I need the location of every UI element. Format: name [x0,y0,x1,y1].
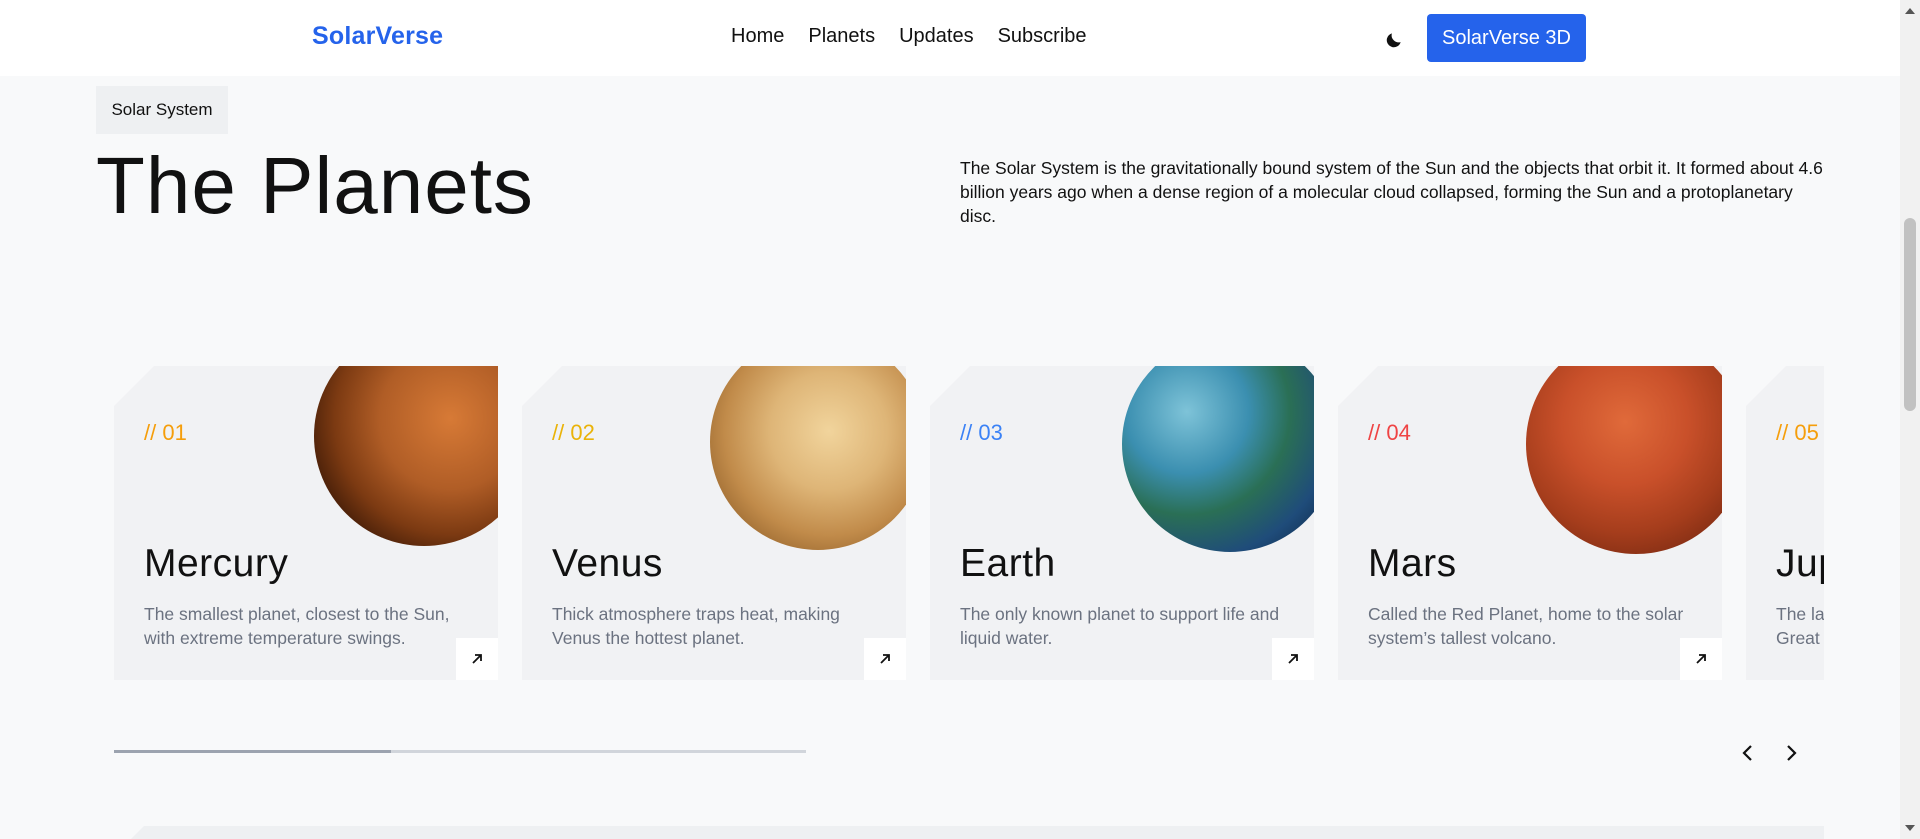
venus-image [710,366,906,550]
card-title: Mars [1368,542,1457,585]
chevron-right-icon[interactable] [1777,739,1805,767]
main-nav: Home Planets Updates Subscribe [731,25,1087,48]
hero-description: The Solar System is the gravitationally … [960,158,1823,226]
solarverse-3d-button[interactable]: SolarVerse 3D [1427,14,1586,62]
mars-image [1526,366,1722,554]
scroll-thumb[interactable] [1904,218,1916,411]
planet-card-earth[interactable]: // 03 Earth The only known planet to sup… [930,366,1314,680]
card-number: // 02 [552,420,595,445]
card-description: Thick atmosphere traps heat, making Venu… [552,604,840,648]
nav-home[interactable]: Home [731,25,784,48]
top-navbar: SolarVerse Home Planets Updates Subscrib… [0,0,1900,76]
arrow-up-right-icon[interactable] [1272,638,1314,680]
card-description: The smallest planet, closest to the Sun,… [144,604,450,648]
planet-card-mars[interactable]: // 04 Mars Called the Red Planet, home t… [1338,366,1722,680]
planet-carousel: // 01 Mercury The smallest planet, close… [114,366,1824,682]
mercury-image [314,366,498,546]
card-number: // 03 [960,420,1003,445]
carousel-progress [114,750,806,753]
card-title: Earth [960,542,1056,585]
nav-planets[interactable]: Planets [808,25,875,48]
planet-card-venus[interactable]: // 02 Venus Thick atmosphere traps heat,… [522,366,906,680]
card-title: Jupiter [1776,542,1824,585]
scroll-up-arrow-icon[interactable] [1905,8,1915,14]
card-number: // 05 [1776,420,1819,445]
nav-updates[interactable]: Updates [899,25,974,48]
breadcrumb[interactable]: Solar System [96,86,228,134]
card-description: The only known planet to support life an… [960,604,1280,648]
planet-card-mercury[interactable]: // 01 Mercury The smallest planet, close… [114,366,498,680]
earth-image [1122,366,1314,552]
card-description: The largest planet, a gas giant with a G… [1776,604,1824,648]
nav-subscribe[interactable]: Subscribe [998,25,1087,48]
arrow-up-right-icon[interactable] [864,638,906,680]
brand-logo[interactable]: SolarVerse [312,22,443,51]
planet-card-jupiter[interactable]: // 05 Jupiter The largest planet, a gas … [1746,366,1824,680]
card-title: Venus [552,542,663,585]
page-title: The Planets [96,141,534,230]
card-number: // 04 [1368,420,1411,445]
card-description: Called the Red Planet, home to the solar… [1368,604,1684,648]
card-number: // 01 [144,420,187,445]
arrow-up-right-icon[interactable] [456,638,498,680]
page-scrollbar[interactable] [1900,0,1920,839]
card-title: Mercury [144,542,289,585]
arrow-up-right-icon[interactable] [1680,638,1722,680]
carousel-progress-fill [114,750,391,753]
next-section-edge [130,826,1824,839]
chevron-left-icon[interactable] [1734,739,1762,767]
scroll-down-arrow-icon[interactable] [1905,825,1915,831]
moon-icon[interactable] [1383,29,1405,51]
